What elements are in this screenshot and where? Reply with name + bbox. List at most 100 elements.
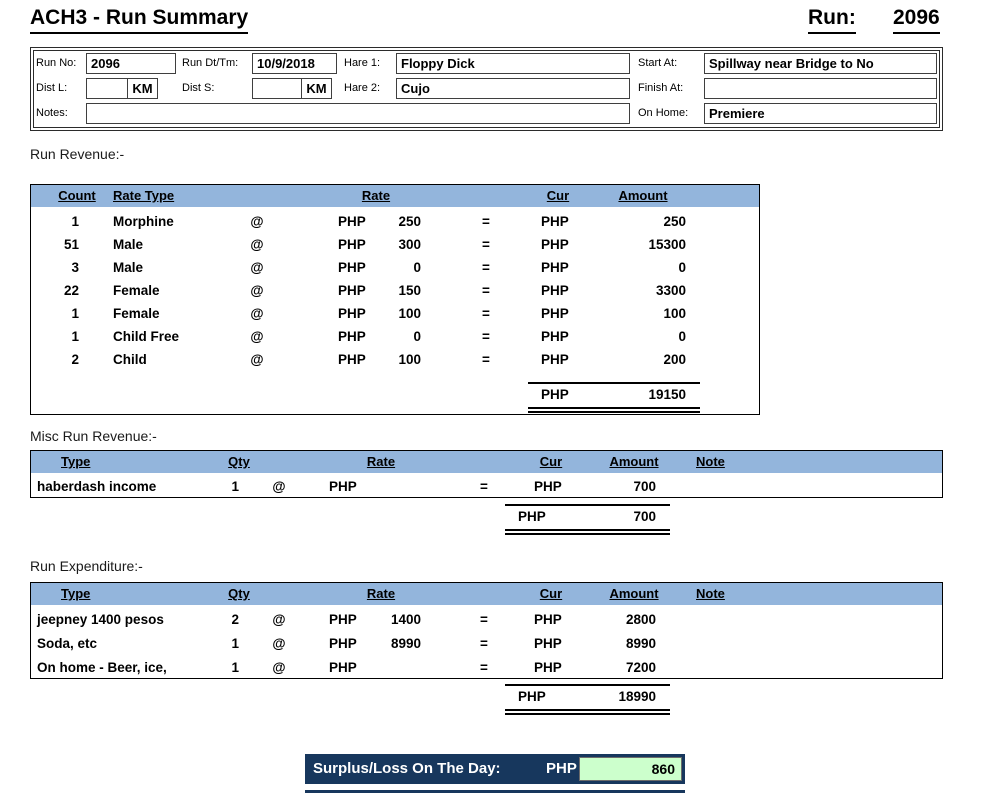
amount-cell: 700 xyxy=(574,476,656,498)
run-dt-label: Run Dt/Tm: xyxy=(182,57,238,69)
count-cell: 2 xyxy=(31,348,79,371)
col-header-note: Note xyxy=(696,583,725,605)
amount-cell: 0 xyxy=(584,256,686,279)
col-header-cur: Cur xyxy=(527,451,575,473)
run-summary-window: ACH3 - Run Summary Run: 2096 Run No: 209… xyxy=(0,0,991,803)
currency-cell: PHP xyxy=(541,348,569,371)
col-header-qty: Qty xyxy=(216,451,262,473)
currency-cell: PHP xyxy=(541,256,569,279)
count-cell: 51 xyxy=(31,233,79,256)
currency-cell: PHP xyxy=(329,608,357,632)
amount-cell: 7200 xyxy=(574,656,656,680)
notes-field[interactable] xyxy=(86,103,630,124)
dist-l-label: Dist L: xyxy=(36,82,67,94)
currency-cell: PHP xyxy=(338,302,366,325)
finish-at-field[interactable] xyxy=(704,78,937,99)
currency-cell: PHP xyxy=(329,476,357,498)
equals-symbol: = xyxy=(474,256,498,279)
dist-s-label: Dist S: xyxy=(182,82,214,94)
finish-at-label: Finish At: xyxy=(638,82,683,94)
notes-label: Notes: xyxy=(36,107,68,119)
rate-cell: 100 xyxy=(373,348,421,371)
count-cell: 3 xyxy=(31,256,79,279)
misc-section-label: Misc Run Revenue:- xyxy=(30,428,157,444)
equals-symbol: = xyxy=(472,656,496,680)
total-currency: PHP xyxy=(518,506,546,528)
currency-cell: PHP xyxy=(338,279,366,302)
run-no-field[interactable]: 2096 xyxy=(86,53,176,74)
expenditure-section-label: Run Expenditure:- xyxy=(30,558,143,574)
at-symbol: @ xyxy=(264,608,294,632)
surplus-label: Surplus/Loss On The Day: xyxy=(313,754,501,784)
type-cell: Soda, etc xyxy=(37,632,217,656)
col-header-type: Type xyxy=(61,583,90,605)
start-at-field[interactable]: Spillway near Bridge to No xyxy=(704,53,937,74)
total-double-rule xyxy=(505,709,670,715)
misc-total-amount: 700 xyxy=(633,506,656,528)
dist-l-km-unit: KM xyxy=(127,78,158,99)
equals-symbol: = xyxy=(472,608,496,632)
count-cell: 1 xyxy=(31,302,79,325)
at-symbol: @ xyxy=(264,632,294,656)
dist-s-field[interactable] xyxy=(252,78,302,99)
revenue-rows: 1 Morphine @ PHP 250 = PHP 250 51 Male @… xyxy=(31,210,759,371)
amount-cell: 15300 xyxy=(584,233,686,256)
revenue-total: PHP 19150 xyxy=(528,382,700,413)
misc-table-header: Type Qty Rate Cur Amount Note xyxy=(31,451,942,473)
rate-cell: 1400 xyxy=(369,608,421,632)
dist-l-field[interactable] xyxy=(86,78,128,99)
type-cell: On home - Beer, ice, xyxy=(37,656,217,680)
on-home-field[interactable]: Premiere xyxy=(704,103,937,124)
currency-cell: PHP xyxy=(534,476,562,498)
table-row: On home - Beer, ice, 1 @ PHP = PHP 7200 xyxy=(31,656,942,680)
expenditure-table-header: Type Qty Rate Cur Amount Note xyxy=(31,583,942,605)
col-header-rate-type: Rate Type xyxy=(113,185,174,207)
table-row: 22 Female @ PHP 150 = PHP 3300 xyxy=(31,279,759,302)
expenditure-total-amount: 18990 xyxy=(618,686,656,708)
rate-cell: 0 xyxy=(373,256,421,279)
qty-cell: 2 xyxy=(193,608,239,632)
rate-cell: 300 xyxy=(373,233,421,256)
at-symbol: @ xyxy=(237,279,277,302)
page-title: ACH3 - Run Summary xyxy=(30,6,248,34)
col-header-type: Type xyxy=(61,451,90,473)
equals-symbol: = xyxy=(474,233,498,256)
col-header-cur: Cur xyxy=(534,185,582,207)
currency-cell: PHP xyxy=(338,233,366,256)
at-symbol: @ xyxy=(237,210,277,233)
start-at-label: Start At: xyxy=(638,57,677,69)
amount-cell: 100 xyxy=(584,302,686,325)
total-currency: PHP xyxy=(541,384,569,406)
table-row: 1 Child Free @ PHP 0 = PHP 0 xyxy=(31,325,759,348)
currency-cell: PHP xyxy=(541,325,569,348)
run-label: Run: xyxy=(808,6,856,34)
total-currency: PHP xyxy=(518,686,546,708)
expenditure-total: PHP 18990 xyxy=(505,684,670,715)
col-header-amount: Amount xyxy=(599,185,687,207)
currency-cell: PHP xyxy=(338,325,366,348)
currency-cell: PHP xyxy=(338,348,366,371)
hare1-field[interactable]: Floppy Dick xyxy=(396,53,630,74)
amount-cell: 2800 xyxy=(574,608,656,632)
table-row: haberdash income 1 @ PHP = PHP 700 xyxy=(31,476,942,498)
at-symbol: @ xyxy=(237,325,277,348)
run-dt-field[interactable]: 10/9/2018 xyxy=(252,53,337,74)
equals-symbol: = xyxy=(474,279,498,302)
currency-cell: PHP xyxy=(338,256,366,279)
col-header-amount: Amount xyxy=(591,451,677,473)
equals-symbol: = xyxy=(474,302,498,325)
hare2-field[interactable]: Cujo xyxy=(396,78,630,99)
on-home-label: On Home: xyxy=(638,107,688,119)
revenue-table: Count Rate Type Rate Cur Amount 1 Morphi… xyxy=(30,184,760,415)
table-row: Soda, etc 1 @ PHP 8990 = PHP 8990 xyxy=(31,632,942,656)
amount-cell: 200 xyxy=(584,348,686,371)
currency-cell: PHP xyxy=(329,632,357,656)
misc-rows: haberdash income 1 @ PHP = PHP 700 xyxy=(31,476,942,498)
currency-cell: PHP xyxy=(541,210,569,233)
expenditure-rows: jeepney 1400 pesos 2 @ PHP 1400 = PHP 28… xyxy=(31,608,942,680)
table-row: 3 Male @ PHP 0 = PHP 0 xyxy=(31,256,759,279)
expenditure-table: Type Qty Rate Cur Amount Note jeepney 14… xyxy=(30,582,943,679)
equals-symbol: = xyxy=(474,348,498,371)
equals-symbol: = xyxy=(474,210,498,233)
qty-cell: 1 xyxy=(193,632,239,656)
